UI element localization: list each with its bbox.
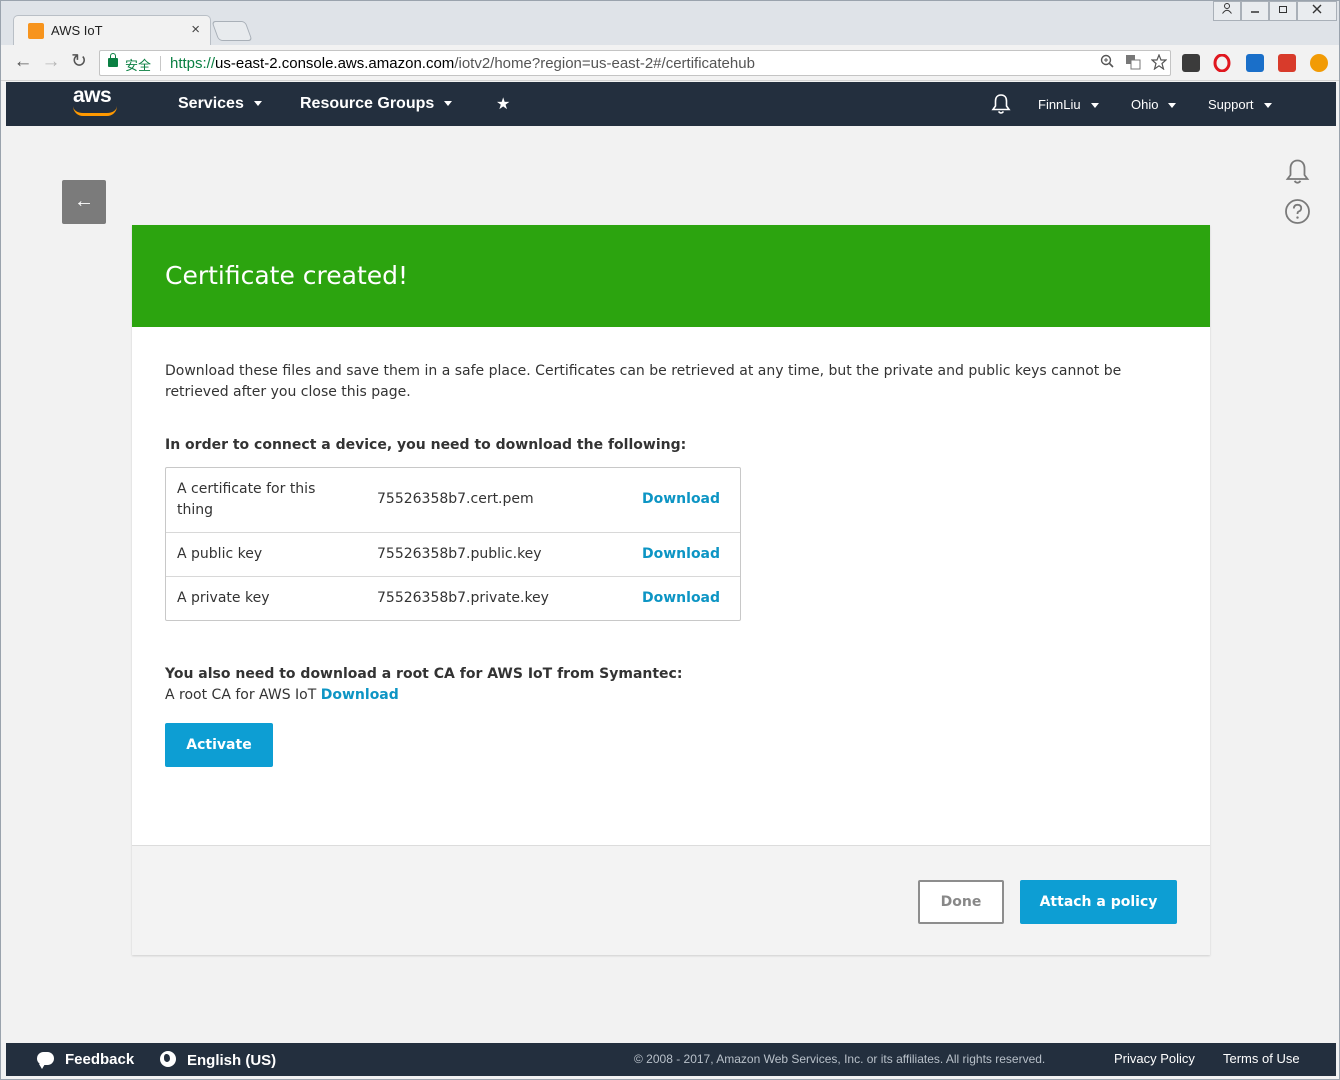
extension-opera-icon[interactable] bbox=[1213, 53, 1231, 73]
restore-icon bbox=[1279, 6, 1287, 13]
file-label: A private key bbox=[177, 590, 270, 606]
file-label: A public key bbox=[177, 546, 263, 562]
aws-logo[interactable]: aws bbox=[73, 84, 123, 118]
restore-button[interactable] bbox=[1269, 1, 1297, 21]
file-name: 75526358b7.cert.pem bbox=[377, 491, 534, 507]
chevron-down-icon bbox=[444, 101, 453, 107]
translate-icon[interactable] bbox=[1124, 54, 1142, 72]
certificate-created-card: Certificate created! Download these file… bbox=[132, 225, 1210, 955]
privacy-policy-link[interactable]: Privacy Policy bbox=[1114, 1051, 1195, 1066]
root-ca-line: A root CA for AWS IoT Download bbox=[165, 687, 399, 703]
new-tab-button[interactable] bbox=[211, 21, 253, 41]
help-icon[interactable] bbox=[1284, 198, 1311, 225]
reload-icon[interactable]: ↻ bbox=[67, 51, 91, 75]
browser-tab[interactable]: AWS IoT × bbox=[13, 15, 211, 45]
support-menu[interactable]: Support bbox=[1208, 97, 1272, 112]
file-name: 75526358b7.public.key bbox=[377, 546, 542, 562]
url-text[interactable]: https://us-east-2.console.aws.amazon.com… bbox=[170, 55, 755, 72]
files-table: A certificate for this thing 75526358b7.… bbox=[165, 467, 741, 621]
back-button[interactable]: ← bbox=[62, 180, 106, 224]
extension-evernote-icon[interactable] bbox=[1182, 54, 1200, 72]
chevron-down-icon bbox=[1263, 103, 1272, 109]
chevron-down-icon bbox=[1168, 103, 1177, 109]
download-root-ca-link[interactable]: Download bbox=[321, 687, 399, 703]
region-menu[interactable]: Ohio bbox=[1131, 97, 1177, 112]
profile-icon bbox=[1222, 3, 1232, 14]
url-host: us-east-2.console.aws.amazon.com bbox=[215, 55, 455, 72]
address-bar[interactable]: 安全 https://us-east-2.console.aws.amazon.… bbox=[99, 50, 1171, 76]
extension-alert-icon[interactable] bbox=[1310, 54, 1328, 72]
download-public-key-link[interactable]: Download bbox=[642, 546, 720, 562]
resource-groups-label: Resource Groups bbox=[300, 95, 435, 112]
download-private-key-link[interactable]: Download bbox=[642, 590, 720, 606]
activate-button[interactable]: Activate bbox=[165, 723, 273, 767]
success-banner: Certificate created! bbox=[132, 225, 1210, 327]
table-row: A certificate for this thing 75526358b7.… bbox=[166, 468, 740, 533]
side-notifications-bell-icon[interactable] bbox=[1284, 158, 1311, 185]
aws-iot-favicon-icon bbox=[28, 23, 44, 39]
bookmark-star-icon[interactable] bbox=[1150, 53, 1168, 72]
chevron-down-icon bbox=[253, 101, 262, 107]
region-name: Ohio bbox=[1131, 97, 1159, 112]
services-label: Services bbox=[178, 95, 244, 112]
browser-window: AWS IoT × ← → ↻ 安全 https://us-east-2.con… bbox=[0, 0, 1340, 1080]
console-footer: Feedback English (US) © 2008 - 2017, Ama… bbox=[6, 1043, 1336, 1076]
pin-icon[interactable]: ★ bbox=[496, 94, 510, 114]
back-nav-icon[interactable]: ← bbox=[11, 51, 35, 75]
copyright-text: © 2008 - 2017, Amazon Web Services, Inc.… bbox=[634, 1052, 1046, 1066]
feedback-button[interactable]: Feedback bbox=[37, 1051, 135, 1069]
extension-pdf-icon[interactable] bbox=[1278, 54, 1296, 72]
notifications-bell-icon[interactable] bbox=[991, 93, 1011, 115]
speech-bubble-icon bbox=[37, 1052, 54, 1069]
browser-toolbar: ← → ↻ 安全 https://us-east-2.console.aws.a… bbox=[1, 45, 1339, 81]
done-button[interactable]: Done bbox=[918, 880, 1004, 924]
language-selector[interactable]: English (US) bbox=[160, 1051, 276, 1069]
lock-icon bbox=[108, 53, 118, 67]
minimize-icon bbox=[1251, 11, 1259, 13]
file-name: 75526358b7.private.key bbox=[377, 590, 549, 606]
close-window-button[interactable] bbox=[1297, 1, 1337, 21]
browser-titlebar: AWS IoT × bbox=[1, 1, 1339, 45]
user-name: FinnLiu bbox=[1038, 97, 1081, 112]
root-ca-heading: You also need to download a root CA for … bbox=[165, 666, 683, 682]
file-label: A certificate for this thing bbox=[177, 481, 316, 518]
attach-policy-button[interactable]: Attach a policy bbox=[1020, 880, 1177, 924]
banner-title: Certificate created! bbox=[165, 261, 409, 290]
resource-groups-menu[interactable]: Resource Groups bbox=[300, 95, 453, 113]
extension-trello-icon[interactable] bbox=[1246, 54, 1264, 72]
aws-console-header: aws Services Resource Groups ★ FinnLiu O… bbox=[6, 82, 1336, 126]
chevron-down-icon bbox=[1090, 103, 1099, 109]
intro-text: Download these files and save them in a … bbox=[165, 363, 1122, 400]
user-menu[interactable]: FinnLiu bbox=[1038, 97, 1099, 112]
globe-icon bbox=[160, 1051, 176, 1067]
terms-of-use-link[interactable]: Terms of Use bbox=[1223, 1051, 1300, 1066]
language-label: English (US) bbox=[187, 1052, 277, 1069]
url-path: /iotv2/home?region=us-east-2#/certificat… bbox=[454, 55, 755, 72]
support-label: Support bbox=[1208, 97, 1254, 112]
profile-button[interactable] bbox=[1213, 1, 1241, 21]
table-row: A public key 75526358b7.public.key Downl… bbox=[166, 533, 740, 577]
omnibox-separator bbox=[160, 56, 161, 71]
aws-logo-text: aws bbox=[73, 84, 112, 107]
aws-smile-icon bbox=[73, 106, 117, 116]
files-heading: In order to connect a device, you need t… bbox=[165, 437, 687, 453]
root-ca-label: A root CA for AWS IoT bbox=[165, 687, 317, 703]
url-protocol: https:// bbox=[170, 55, 216, 72]
close-icon bbox=[1312, 4, 1322, 14]
table-row: A private key 75526358b7.private.key Dow… bbox=[166, 577, 740, 620]
card-footer: Done Attach a policy bbox=[132, 845, 1210, 955]
zoom-icon[interactable] bbox=[1098, 54, 1116, 72]
tab-close-icon[interactable]: × bbox=[191, 21, 200, 38]
minimize-button[interactable] bbox=[1241, 1, 1269, 21]
forward-nav-icon[interactable]: → bbox=[39, 51, 63, 75]
secure-label: 安全 bbox=[125, 58, 152, 73]
download-certificate-link[interactable]: Download bbox=[642, 491, 720, 507]
services-menu[interactable]: Services bbox=[178, 95, 262, 113]
feedback-label: Feedback bbox=[65, 1051, 135, 1068]
tab-title: AWS IoT bbox=[51, 23, 103, 38]
